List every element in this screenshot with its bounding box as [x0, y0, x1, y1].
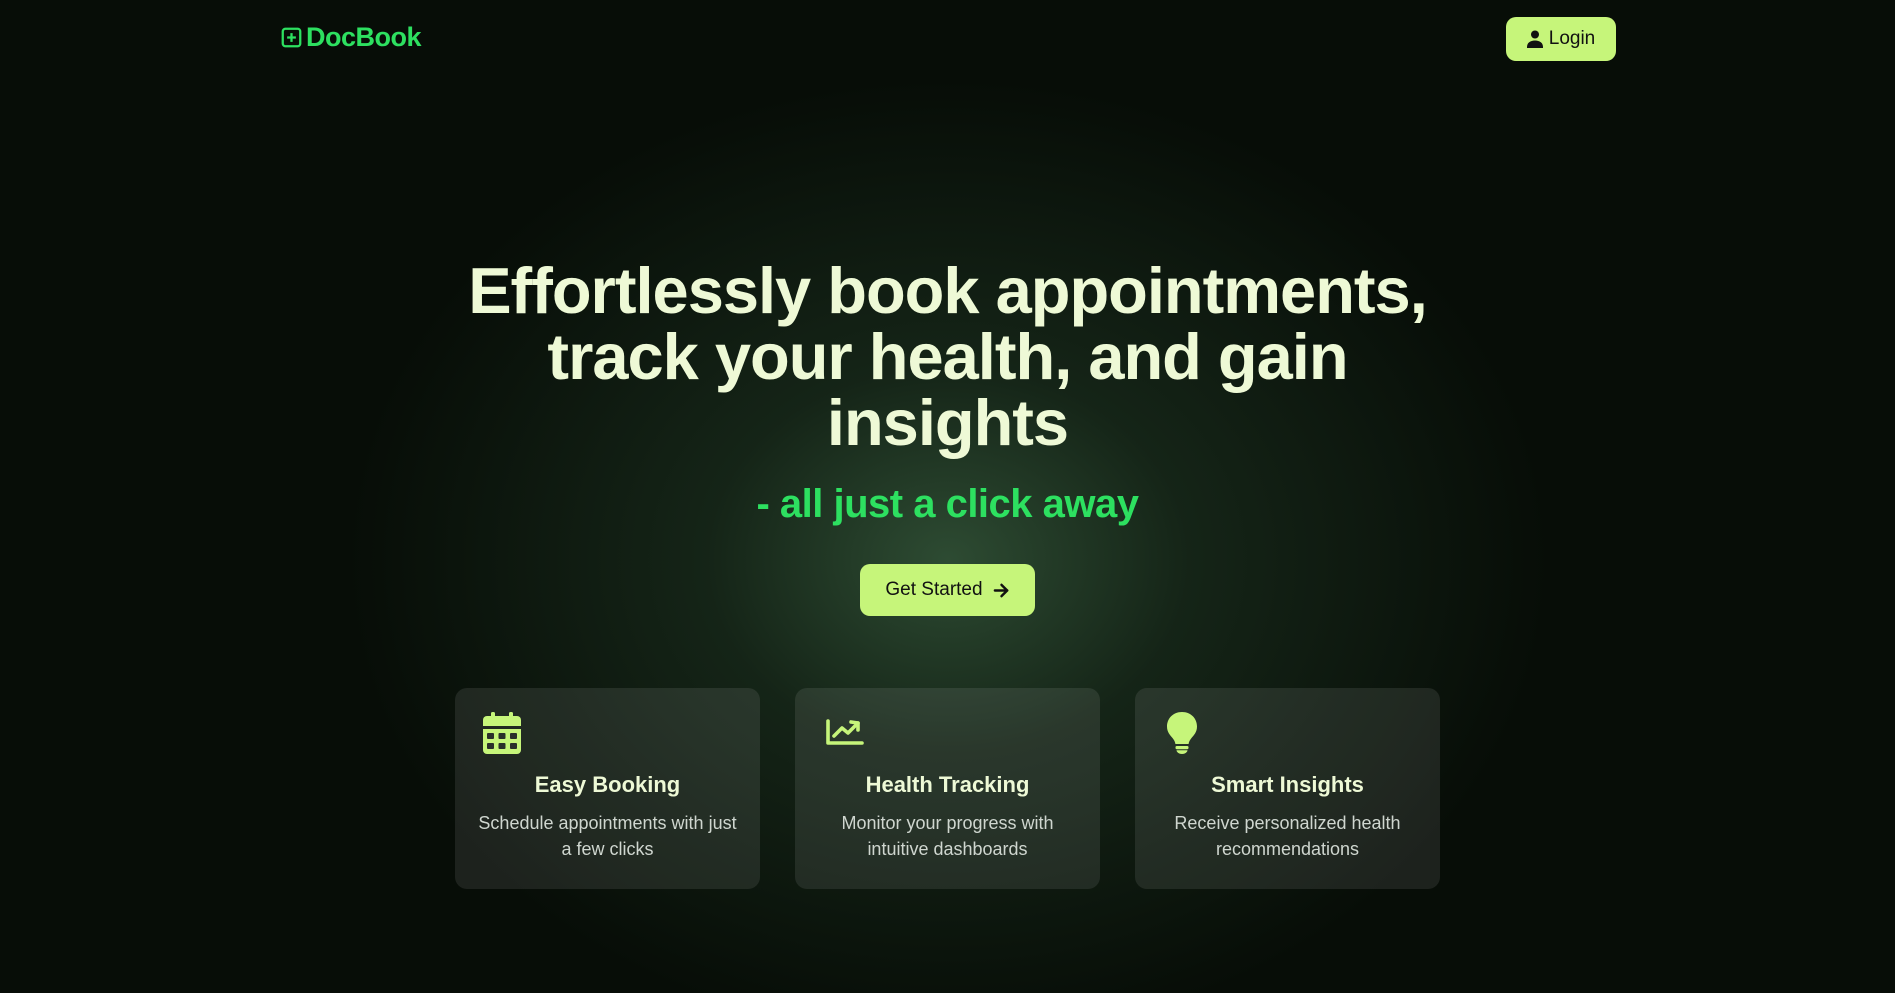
get-started-label: Get Started	[885, 579, 983, 600]
navbar: DocBook Login	[0, 0, 1895, 78]
login-button[interactable]: Login	[1506, 17, 1616, 61]
arrow-right-icon	[993, 583, 1008, 597]
feature-card-health-tracking: Health Tracking Monitor your progress wi…	[795, 688, 1100, 889]
feature-card-easy-booking: Easy Booking Schedule appointments with …	[455, 688, 760, 889]
feature-title: Health Tracking	[865, 772, 1030, 797]
feature-title: Easy Booking	[534, 772, 681, 797]
get-started-button[interactable]: Get Started	[860, 564, 1035, 616]
hero-title-line-3: insights	[826, 386, 1069, 459]
hero-title: Effortlessly book appointments, track yo…	[0, 258, 1895, 456]
chart-line-icon	[826, 719, 864, 745]
feature-card-smart-insights: Smart Insights Receive personalized heal…	[1135, 688, 1440, 889]
calendar-icon	[483, 712, 521, 754]
feature-description: Receive personalized health recommendati…	[1174, 813, 1401, 859]
feature-description: Monitor your progress with intuitive das…	[841, 813, 1054, 859]
landing-page: DocBook Login Effortlessly book appointm…	[0, 0, 1895, 993]
hero-title-line-2: track your health, and gain	[547, 320, 1348, 393]
feature-description: Schedule appointments with just a few cl…	[478, 813, 737, 859]
hero-title-line-1: Effortlessly book appointments,	[468, 254, 1428, 327]
brand-name: DocBook	[306, 22, 422, 52]
feature-title: Smart Insights	[1211, 772, 1364, 797]
brand-logo[interactable]: DocBook	[281, 22, 422, 53]
lightbulb-icon	[1167, 712, 1197, 754]
hero-subtitle: - all just a click away	[756, 482, 1139, 526]
plus-square-icon	[281, 27, 302, 48]
login-label: Login	[1548, 28, 1596, 49]
user-icon	[1526, 30, 1543, 48]
